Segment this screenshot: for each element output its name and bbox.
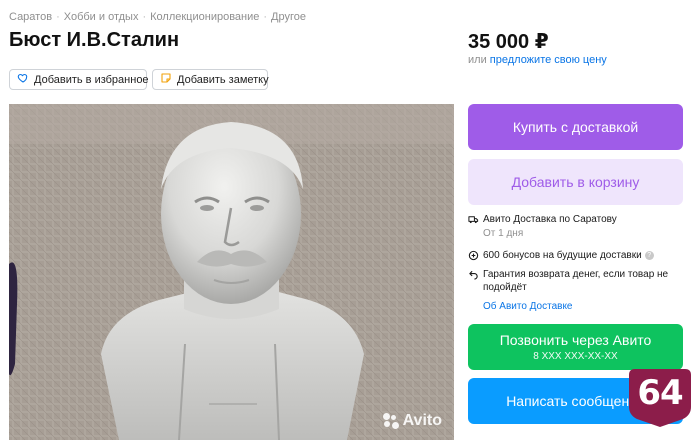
breadcrumb-item-hobby[interactable]: Хобби и отдых (64, 11, 139, 23)
add-to-favorites-button[interactable]: Добавить в избранное (9, 69, 149, 90)
price-offer-line: или предложите свою цену (468, 54, 607, 66)
badge-number: 64 (637, 373, 683, 413)
info-icon[interactable]: ? (644, 250, 654, 260)
note-icon (160, 72, 172, 87)
about-delivery-link[interactable]: Об Авито Доставке (468, 300, 688, 313)
write-message-label: Написать сообщение (506, 393, 645, 409)
price: 35 000 ₽ (468, 31, 549, 53)
breadcrumb-item-other[interactable]: Другое (271, 11, 306, 23)
add-note-label: Добавить заметку (177, 73, 269, 86)
breadcrumb-separator: · (142, 11, 147, 23)
call-via-avito-label: Позвонить через Авито (499, 332, 652, 348)
buy-with-delivery-button[interactable]: Купить с доставкой (468, 104, 683, 150)
bonus-row: 600 бонусов на будущие доставки? (468, 249, 688, 262)
bonus-icon (468, 250, 479, 261)
delivery-row: Авито Доставка по Саратову От 1 дня (468, 213, 688, 240)
guarantee-row: Гарантия возврата денег, если товар не п… (468, 268, 688, 294)
add-note-button[interactable]: Добавить заметку (152, 69, 269, 90)
truck-icon (468, 214, 479, 225)
bonus-text: 600 бонусов на будущие доставки (483, 250, 642, 261)
buy-with-delivery-label: Купить с доставкой (512, 119, 639, 135)
add-to-cart-label: Добавить в корзину (511, 174, 640, 190)
avito-watermark-text: Avito (402, 412, 442, 429)
delivery-time: От 1 дня (483, 228, 524, 239)
product-photo[interactable]: Avito (9, 104, 454, 440)
add-to-favorites-label: Добавить в избранное (34, 73, 149, 86)
price-offer-prefix: или (468, 54, 487, 66)
delivery-info: Авито Доставка по Саратову От 1 дня 600 … (468, 213, 688, 313)
breadcrumb-item-city[interactable]: Саратов (9, 11, 52, 23)
heart-icon (17, 72, 29, 87)
return-arrow-icon (468, 269, 479, 280)
breadcrumb-separator: · (263, 11, 268, 23)
offer-price-link[interactable]: предложите свою цену (490, 54, 607, 66)
call-via-avito-button[interactable]: Позвонить через Авито 8 XXX XXX-XX-XX (468, 324, 683, 370)
avito-watermark: Avito (382, 412, 442, 430)
bust-image (9, 104, 454, 440)
avito-logo-icon (382, 413, 399, 429)
delivery-title: Авито Доставка по Саратову (483, 214, 617, 225)
guarantee-text: Гарантия возврата денег, если товар не п… (483, 269, 669, 293)
add-to-cart-button[interactable]: Добавить в корзину (468, 159, 683, 205)
regional-badge: 64 (629, 369, 691, 427)
phone-number: 8 XXX XXX-XX-XX (533, 351, 618, 362)
page-title: Бюст И.В.Сталин (9, 29, 180, 51)
breadcrumb-item-collecting[interactable]: Коллекционирование (150, 11, 259, 23)
breadcrumb: Саратов · Хобби и отдых · Коллекционирование… (9, 11, 306, 23)
breadcrumb-separator: · (56, 11, 60, 23)
